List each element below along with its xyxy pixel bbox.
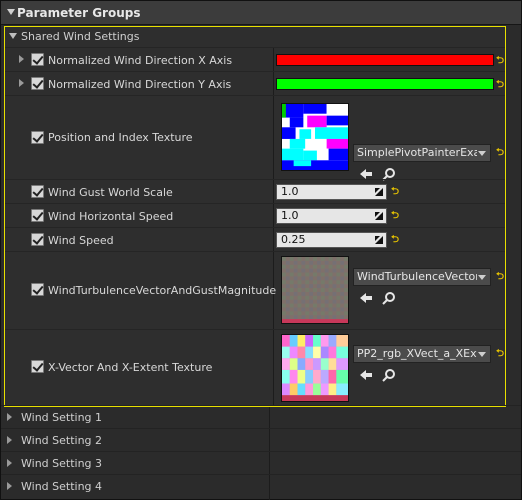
expand-arrow-icon[interactable] [19, 55, 24, 63]
group-label: Wind Setting 1 [21, 411, 103, 424]
details-panel: Parameter Groups Shared Wind Settings No… [0, 0, 522, 500]
param-label: Position and Index Texture [48, 131, 193, 144]
param-label: Wind Speed [48, 234, 114, 247]
param-row-wind-dir-y: Normalized Wind Direction Y Axis ⮌ [5, 71, 505, 95]
asset-combo[interactable]: SimplePivotPainterExample [353, 144, 491, 162]
value-text: 1.0 [281, 185, 299, 198]
group-label: Wind Setting 4 [21, 480, 103, 493]
shared-wind-settings-group: Shared Wind Settings Normalized Wind Dir… [4, 26, 506, 407]
expand-arrow-icon[interactable] [7, 459, 12, 467]
param-row-wind-dir-x: Normalized Wind Direction X Axis ⮌ [5, 47, 505, 71]
expand-arrow-icon[interactable] [7, 436, 12, 444]
group-row-wind-setting-2[interactable]: Wind Setting 2 [1, 428, 521, 451]
enable-checkbox[interactable] [31, 77, 44, 90]
param-row-wind-speed: Wind Speed 0.25 ⮌ [5, 227, 505, 251]
enable-checkbox[interactable] [31, 360, 44, 373]
param-label: Normalized Wind Direction Y Axis [48, 78, 232, 91]
use-selected-arrow-icon[interactable] [359, 291, 373, 305]
texture-thumbnail[interactable] [281, 103, 349, 171]
enable-checkbox[interactable] [31, 131, 44, 144]
reset-arrow-icon[interactable]: ⮌ [391, 211, 401, 221]
group-label: Wind Setting 2 [21, 434, 103, 447]
value-field[interactable]: 0.25 [276, 232, 387, 248]
dropdown-arrow-icon [478, 151, 486, 156]
expand-arrow-icon[interactable] [19, 79, 24, 87]
reset-arrow-icon[interactable]: ⮌ [391, 187, 401, 197]
enable-checkbox[interactable] [31, 53, 44, 66]
param-row-turbulence: WindTurbulenceVectorAndGustMagnitude Win… [5, 251, 505, 329]
resize-grip-icon[interactable] [375, 188, 383, 196]
expand-arrow-icon[interactable] [7, 413, 12, 421]
reset-arrow-icon[interactable]: ⮌ [391, 235, 401, 245]
browse-magnifier-icon[interactable] [382, 368, 396, 382]
value-field[interactable]: 1.0 [276, 208, 387, 224]
color-swatch-green[interactable] [276, 78, 494, 90]
asset-name: PP2_rgb_XVect_a_XExtent [357, 347, 477, 360]
value-text: 0.25 [281, 233, 306, 246]
asset-combo[interactable]: PP2_rgb_XVect_a_XExtent [353, 345, 491, 363]
value-field[interactable]: 1.0 [276, 184, 387, 200]
reset-arrow-icon[interactable]: ⮌ [496, 148, 506, 158]
use-selected-arrow-icon[interactable] [359, 368, 373, 382]
param-label: WindTurbulenceVectorAndGustMagnitude [48, 284, 277, 297]
resize-grip-icon[interactable] [375, 212, 383, 220]
group-label: Wind Setting 3 [21, 457, 103, 470]
group-header[interactable]: Shared Wind Settings [5, 27, 505, 47]
param-row-position-index-texture: Position and Index Texture SimplePivotPa… [5, 95, 506, 181]
group-collapse-triangle-icon[interactable] [9, 33, 17, 39]
reset-arrow-icon[interactable]: ⮌ [496, 349, 506, 359]
group-row-wind-setting-4[interactable]: Wind Setting 4 [1, 474, 521, 497]
enable-checkbox[interactable] [31, 209, 44, 222]
reset-arrow-icon[interactable]: ⮌ [496, 56, 506, 66]
dropdown-arrow-icon [478, 275, 486, 280]
param-row-horizontal-speed: Wind Horizontal Speed 1.0 ⮌ [5, 203, 505, 227]
enable-checkbox[interactable] [31, 185, 44, 198]
param-label: Wind Horizontal Speed [48, 210, 174, 223]
texture-thumbnail[interactable] [281, 256, 349, 324]
param-row-gust-scale: Wind Gust World Scale 1.0 ⮌ [5, 179, 505, 203]
param-label: Wind Gust World Scale [48, 186, 173, 199]
panel-header[interactable]: Parameter Groups [1, 1, 521, 25]
texture-thumbnail[interactable] [281, 334, 349, 402]
expand-arrow-icon[interactable] [7, 482, 12, 490]
panel-title: Parameter Groups [17, 6, 141, 20]
dropdown-arrow-icon [478, 352, 486, 357]
group-row-wind-setting-3[interactable]: Wind Setting 3 [1, 451, 521, 474]
browse-magnifier-icon[interactable] [382, 291, 396, 305]
param-label: Normalized Wind Direction X Axis [48, 54, 233, 67]
reset-arrow-icon[interactable]: ⮌ [496, 272, 506, 282]
resize-grip-icon[interactable] [375, 236, 383, 244]
enable-checkbox[interactable] [31, 233, 44, 246]
param-row-xvector: X-Vector And X-Extent Texture PP2_rgb_XV… [5, 329, 505, 406]
reset-arrow-icon[interactable]: ⮌ [496, 80, 506, 90]
asset-combo[interactable]: WindTurbulenceVectorAndGustMagnitude [353, 268, 491, 286]
group-row-wind-setting-1[interactable]: Wind Setting 1 [1, 405, 521, 428]
value-text: 1.0 [281, 209, 299, 222]
param-label: X-Vector And X-Extent Texture [48, 361, 213, 374]
asset-name: SimplePivotPainterExample [357, 146, 477, 159]
asset-name: WindTurbulenceVectorAndGustMagnitude [357, 270, 477, 283]
color-swatch-red[interactable] [276, 54, 494, 66]
enable-checkbox[interactable] [31, 283, 44, 296]
group-title: Shared Wind Settings [21, 30, 140, 43]
collapse-triangle-icon[interactable] [7, 9, 15, 15]
